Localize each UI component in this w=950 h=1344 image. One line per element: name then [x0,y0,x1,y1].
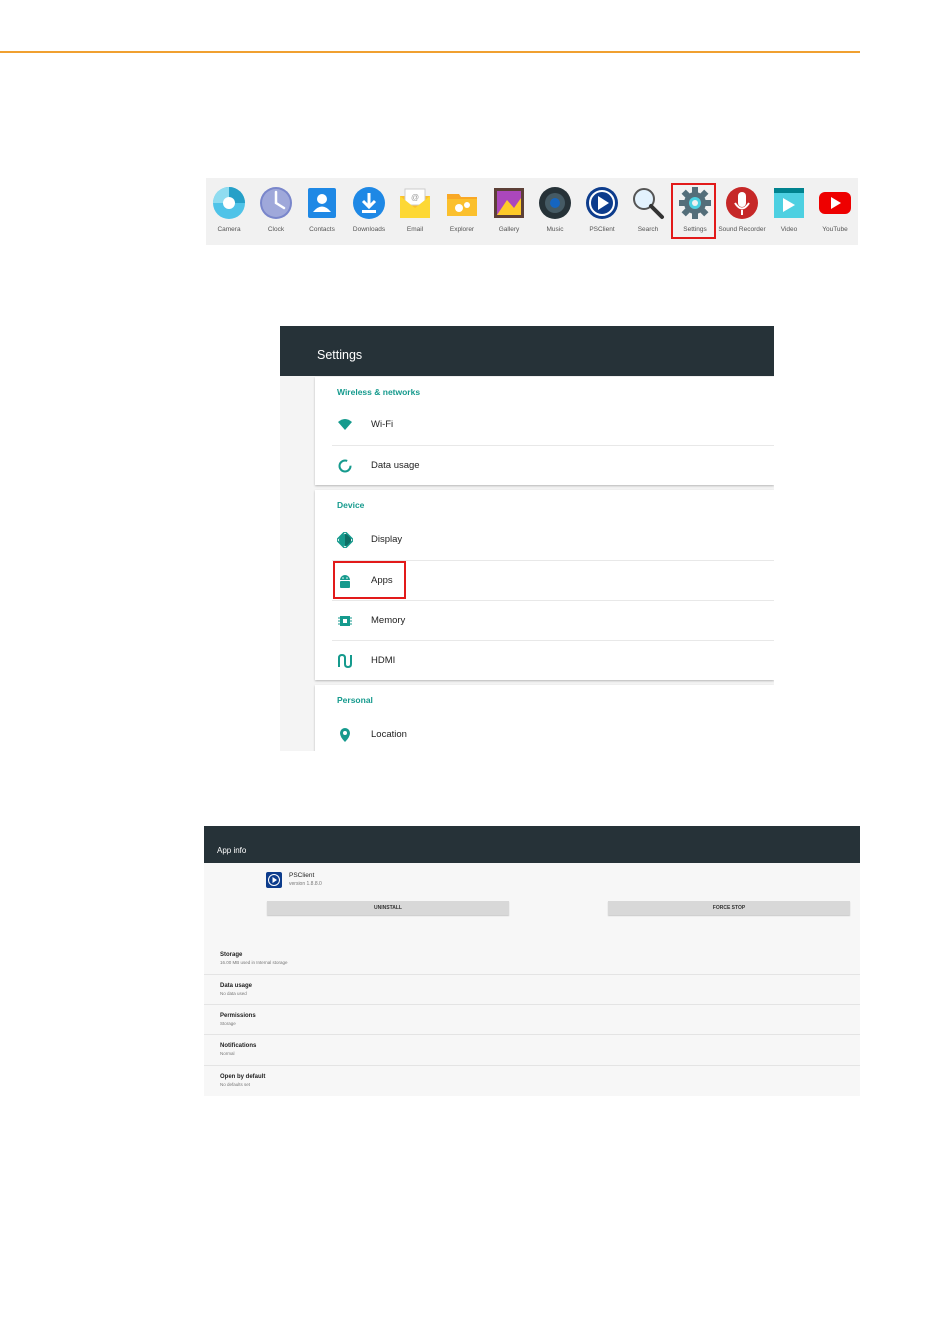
email-icon: @ [400,188,430,218]
section-wireless: Wireless & networks Wi-Fi Data usage [315,377,774,485]
info-row-subtitle: Storage [220,1021,236,1026]
app-drawer: Camera Clock Contacts Downloads @ Email … [206,178,858,245]
microphone-icon [726,187,758,219]
setting-hdmi[interactable]: HDMI [332,640,774,681]
setting-wifi[interactable]: Wi-Fi [332,405,774,445]
app-label: YouTube [822,226,848,233]
info-row-open-by-default[interactable]: Open by default No defaults set [204,1065,860,1096]
app-psclient[interactable]: PSClient [579,178,625,245]
setting-label: Memory [371,615,406,626]
explorer-icon [447,194,477,216]
settings-toolbar: Settings [280,326,774,376]
apps-highlight-box [333,561,406,599]
clock-icon [260,187,292,219]
info-row-subtitle: No data used [220,991,247,996]
setting-display[interactable]: Display [332,520,774,560]
app-music[interactable]: Music [532,178,578,245]
app-contacts[interactable]: Contacts [299,178,345,245]
wifi-icon [338,419,352,430]
app-search[interactable]: Search [625,178,671,245]
setting-label: Location [371,729,407,740]
setting-memory[interactable]: Memory [332,600,774,641]
section-header: Device [337,500,365,510]
info-row-title: Data usage [220,983,253,989]
app-downloads[interactable]: Downloads [346,178,392,245]
settings-highlight-box [671,183,716,239]
psclient-icon [586,187,618,219]
setting-label: Data usage [371,460,420,471]
info-row-title: Permissions [220,1013,256,1019]
search-icon [633,188,664,219]
gallery-icon [494,188,524,218]
app-clock[interactable]: Clock [253,178,299,245]
settings-title: Settings [317,348,363,362]
app-info-title: App info [217,846,247,855]
svg-text:@: @ [411,193,419,202]
app-info-screen: App info PSClient version 1.8.8.0 UNINST… [204,826,860,1096]
uninstall-button[interactable]: UNINSTALL [267,901,509,915]
page-header-rule [0,51,860,53]
downloads-icon [353,187,385,219]
location-pin-icon [340,728,350,742]
app-version: version 1.8.8.0 [289,881,322,887]
display-icon [337,532,353,548]
setting-label: Display [371,534,403,545]
info-row-subtitle: No defaults set [220,1082,251,1087]
setting-label: Wi-Fi [371,419,394,430]
video-icon [774,188,804,218]
section-header: Personal [337,695,373,705]
force-stop-button[interactable]: FORCE STOP [608,901,850,915]
app-youtube[interactable]: YouTube [812,178,858,245]
section-personal: Personal Location [315,685,774,751]
info-row-title: Storage [220,952,243,958]
info-row-subtitle: Normal [220,1051,235,1056]
app-explorer[interactable]: Explorer [439,178,485,245]
info-row-data-usage[interactable]: Data usage No data used [204,974,860,1005]
app-email[interactable]: @ Email [392,178,438,245]
info-row-title: Open by default [220,1074,266,1080]
settings-screen: Settings Wireless & networks Wi-Fi Data … [280,326,774,751]
info-row-permissions[interactable]: Permissions Storage [204,1004,860,1035]
data-usage-icon [338,459,352,473]
camera-icon [213,187,245,219]
app-video[interactable]: Video [766,178,812,245]
youtube-icon [819,192,851,214]
app-name: PSClient [289,872,315,879]
info-row-title: Notifications [220,1043,257,1049]
app-info-toolbar: App info [204,826,860,863]
app-camera[interactable]: Camera [206,178,252,245]
memory-icon [338,616,352,626]
hdmi-icon [338,653,352,669]
setting-label: HDMI [371,655,396,666]
app-gallery[interactable]: Gallery [486,178,532,245]
music-icon [539,187,571,219]
setting-location[interactable]: Location [332,715,774,751]
app-sound-recorder[interactable]: Sound Recorder [718,178,766,245]
setting-data-usage[interactable]: Data usage [332,445,774,486]
info-row-storage[interactable]: Storage 16.00 MB used in Internal storag… [204,944,860,974]
section-header: Wireless & networks [337,387,421,397]
info-row-subtitle: 16.00 MB used in Internal storage [220,960,288,965]
info-row-notifications[interactable]: Notifications Normal [204,1034,860,1065]
psclient-icon [266,872,282,888]
contacts-icon [308,188,336,218]
